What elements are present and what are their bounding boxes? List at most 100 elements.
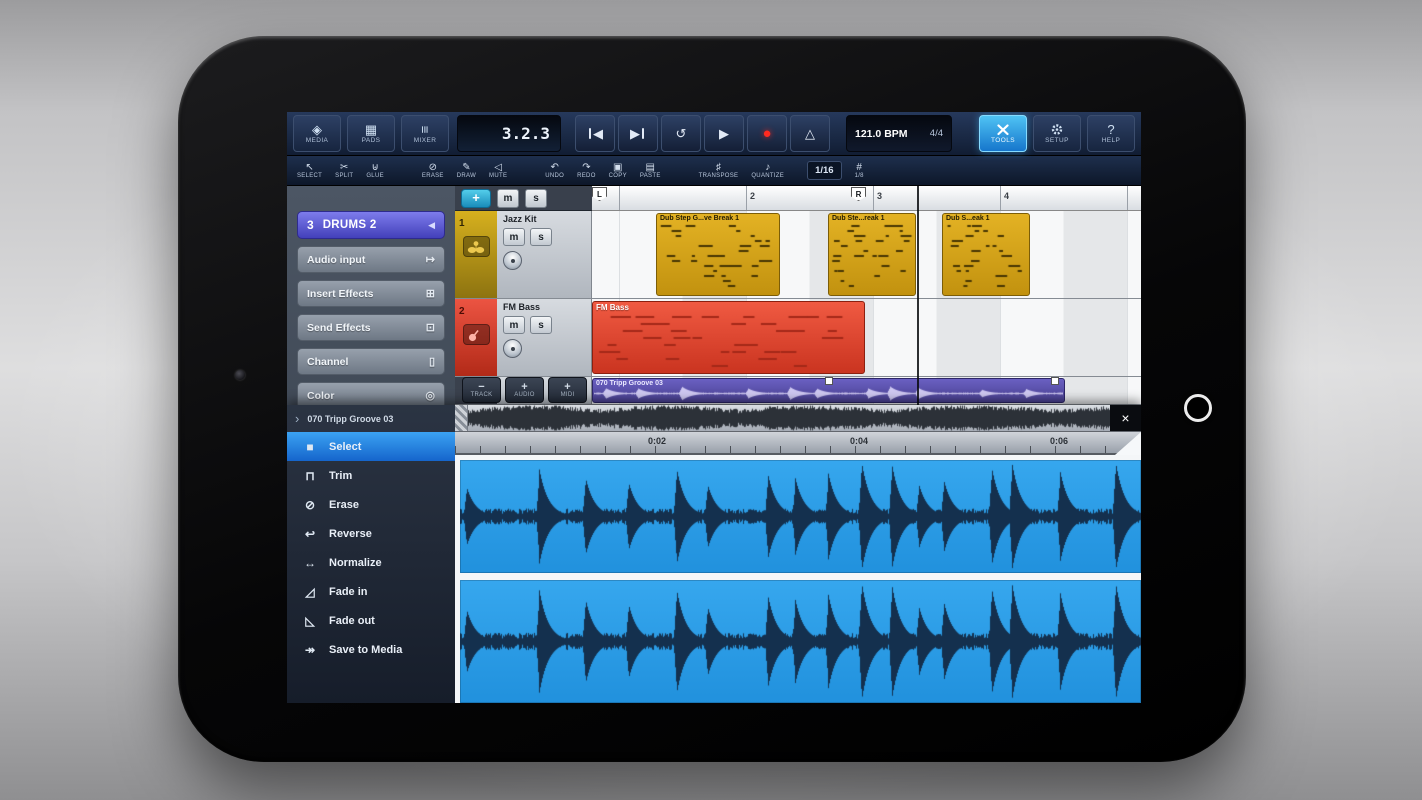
midi-notes-preview	[944, 224, 1028, 293]
tool-reverse[interactable]: ↩ Reverse	[287, 519, 455, 548]
quantize-icon: ♪	[765, 162, 771, 173]
mixer-button[interactable]: ≡ MIXER	[401, 115, 449, 152]
media-label: MEDIA	[305, 137, 329, 144]
clip-lane[interactable]: Dub Step G...ve Break 1 Dub Ste...reak 1…	[592, 211, 1141, 298]
mute-tool-button[interactable]: ◁ MUTE	[489, 162, 507, 179]
rewind-button[interactable]: ◀	[575, 115, 615, 152]
global-solo-button[interactable]: s	[525, 188, 547, 208]
tool-save-to-media[interactable]: ↠ Save to Media	[287, 635, 455, 664]
tools-label: TOOLS	[991, 136, 1015, 144]
midi-clip[interactable]: Dub Ste...reak 1	[828, 213, 916, 296]
home-button[interactable]	[1184, 394, 1212, 422]
bass-icon	[462, 324, 490, 345]
copy-icon: ▣	[613, 162, 623, 173]
redo-button[interactable]: ↷ REDO	[577, 162, 596, 179]
snap-grid-button[interactable]: # 1/8	[855, 162, 864, 179]
tools-button[interactable]: TOOLS	[979, 115, 1027, 152]
undo-button[interactable]: ↶ UNDO	[545, 162, 564, 179]
copy-button[interactable]: ▣ COPY	[609, 162, 627, 179]
tool-normalize[interactable]: ↔ Normalize	[287, 548, 455, 577]
time-display[interactable]: 3.2.3	[457, 115, 561, 152]
tool-select[interactable]: ■ Select	[287, 432, 455, 461]
split-tool-button[interactable]: ✂ SPLIT	[335, 162, 353, 179]
close-editor-button[interactable]: ×	[1110, 405, 1141, 431]
delete-track-button[interactable]: − TRACK	[462, 377, 501, 403]
glue-icon: ⊎	[371, 162, 379, 173]
selected-track-header[interactable]: 3 DRUMS 2 ◀	[297, 211, 445, 239]
time-label: 0:06	[1050, 436, 1069, 446]
record-button[interactable]: ●	[747, 115, 787, 152]
waveform-canvas[interactable]	[460, 580, 1141, 703]
chevron-icon[interactable]: ›	[295, 411, 299, 426]
send-effects-button[interactable]: Send Effects ⊡	[297, 314, 445, 341]
select-tool-button[interactable]: ↖ SELECT	[297, 162, 322, 179]
pads-button[interactable]: ▦ PADS	[347, 115, 395, 152]
audio-clip[interactable]: FM Bass	[592, 301, 865, 374]
forward-icon: ▶	[630, 125, 640, 141]
loop-end-marker[interactable]: R	[851, 187, 866, 201]
midi-notes-preview	[658, 224, 778, 293]
editor-time-ruler[interactable]: 0:02 0:04 0:06	[455, 432, 1141, 455]
midi-clip[interactable]: Dub Step G...ve Break 1	[656, 213, 780, 296]
mute-button[interactable]: m	[503, 316, 525, 334]
track-header[interactable]: Jazz Kit m s	[497, 211, 592, 298]
loop-start-marker[interactable]: L	[592, 187, 607, 201]
midi-clip[interactable]: Dub S...eak 1	[942, 213, 1030, 296]
loop-button[interactable]: ↺	[661, 115, 701, 152]
forward-button[interactable]: ▶	[618, 115, 658, 152]
grid-value-display[interactable]: 1/16	[807, 161, 842, 180]
setup-button[interactable]: SETUP	[1033, 115, 1081, 152]
waveform-left-channel[interactable]	[460, 460, 1141, 573]
tool-erase[interactable]: ⊘ Erase	[287, 490, 455, 519]
help-button[interactable]: ? HELP	[1087, 115, 1135, 152]
add-midi-track-button[interactable]: + MIDI	[548, 377, 587, 403]
clip-handle[interactable]	[825, 377, 833, 385]
add-track-buttons: − TRACK + AUDIO + MIDI	[462, 377, 587, 403]
overview-drag-handle[interactable]	[455, 405, 468, 431]
track-color-strip[interactable]: 1	[455, 211, 497, 298]
audio-clip-preview	[595, 314, 862, 371]
add-audio-track-button[interactable]: + AUDIO	[505, 377, 544, 403]
waveform-right-channel[interactable]	[460, 580, 1141, 703]
timeline-ruler[interactable]: 2 3 4 L R	[592, 186, 1141, 211]
waveform-overview-strip[interactable]: ×	[455, 405, 1141, 432]
tool-fade-in[interactable]: ◿ Fade in	[287, 577, 455, 606]
paste-button[interactable]: ▤ PASTE	[640, 162, 661, 179]
glue-tool-button[interactable]: ⊎ GLUE	[366, 162, 384, 179]
audio-input-button[interactable]: Audio input ↦	[297, 246, 445, 273]
media-button[interactable]: ◈ MEDIA	[293, 115, 341, 152]
global-mute-button[interactable]: m	[497, 188, 519, 208]
track-color-strip[interactable]: 2	[455, 299, 497, 376]
insert-effects-button[interactable]: Insert Effects ⊞	[297, 280, 445, 307]
tempo-display[interactable]: 121.0 BPM 4/4	[846, 115, 952, 152]
metronome-button[interactable]: △	[790, 115, 830, 152]
gear-icon	[1050, 123, 1064, 136]
track-header[interactable]: FM Bass m s	[497, 299, 592, 376]
tool-fade-out[interactable]: ◺ Fade out	[287, 606, 455, 635]
insert-effects-icon: ⊞	[425, 288, 435, 300]
mute-button[interactable]: m	[503, 228, 525, 246]
channel-button[interactable]: Channel ▯	[297, 348, 445, 375]
clip-lane[interactable]: 070 Tripp Groove 03	[592, 377, 1141, 404]
pencil-icon: ✎	[462, 162, 471, 173]
transpose-icon: ♯	[715, 162, 721, 173]
volume-knob[interactable]	[503, 339, 522, 358]
quantize-button[interactable]: ♪ QUANTIZE	[751, 162, 784, 179]
erase-tool-button[interactable]: ⊘ ERASE	[422, 162, 444, 179]
solo-button[interactable]: s	[530, 228, 552, 246]
clip-handle[interactable]	[1051, 377, 1059, 385]
crosshair-button[interactable]: +	[461, 188, 491, 208]
waveform-canvas[interactable]	[460, 460, 1141, 573]
transpose-button[interactable]: ♯ TRANSPOSE	[699, 162, 739, 179]
draw-tool-button[interactable]: ✎ DRAW	[457, 162, 476, 179]
overview-waveform[interactable]	[468, 405, 1110, 431]
clip-lane[interactable]: FM Bass	[592, 299, 1141, 376]
camera-dot	[235, 370, 245, 380]
ruler-row: + m s 2 3 4 L R	[455, 186, 1141, 211]
volume-knob[interactable]	[503, 251, 522, 270]
play-button[interactable]: ▶	[704, 115, 744, 152]
bar-number: 4	[1004, 191, 1010, 201]
editor-resize-handle[interactable]	[1115, 432, 1141, 455]
tool-trim[interactable]: ⊓ Trim	[287, 461, 455, 490]
solo-button[interactable]: s	[530, 316, 552, 334]
